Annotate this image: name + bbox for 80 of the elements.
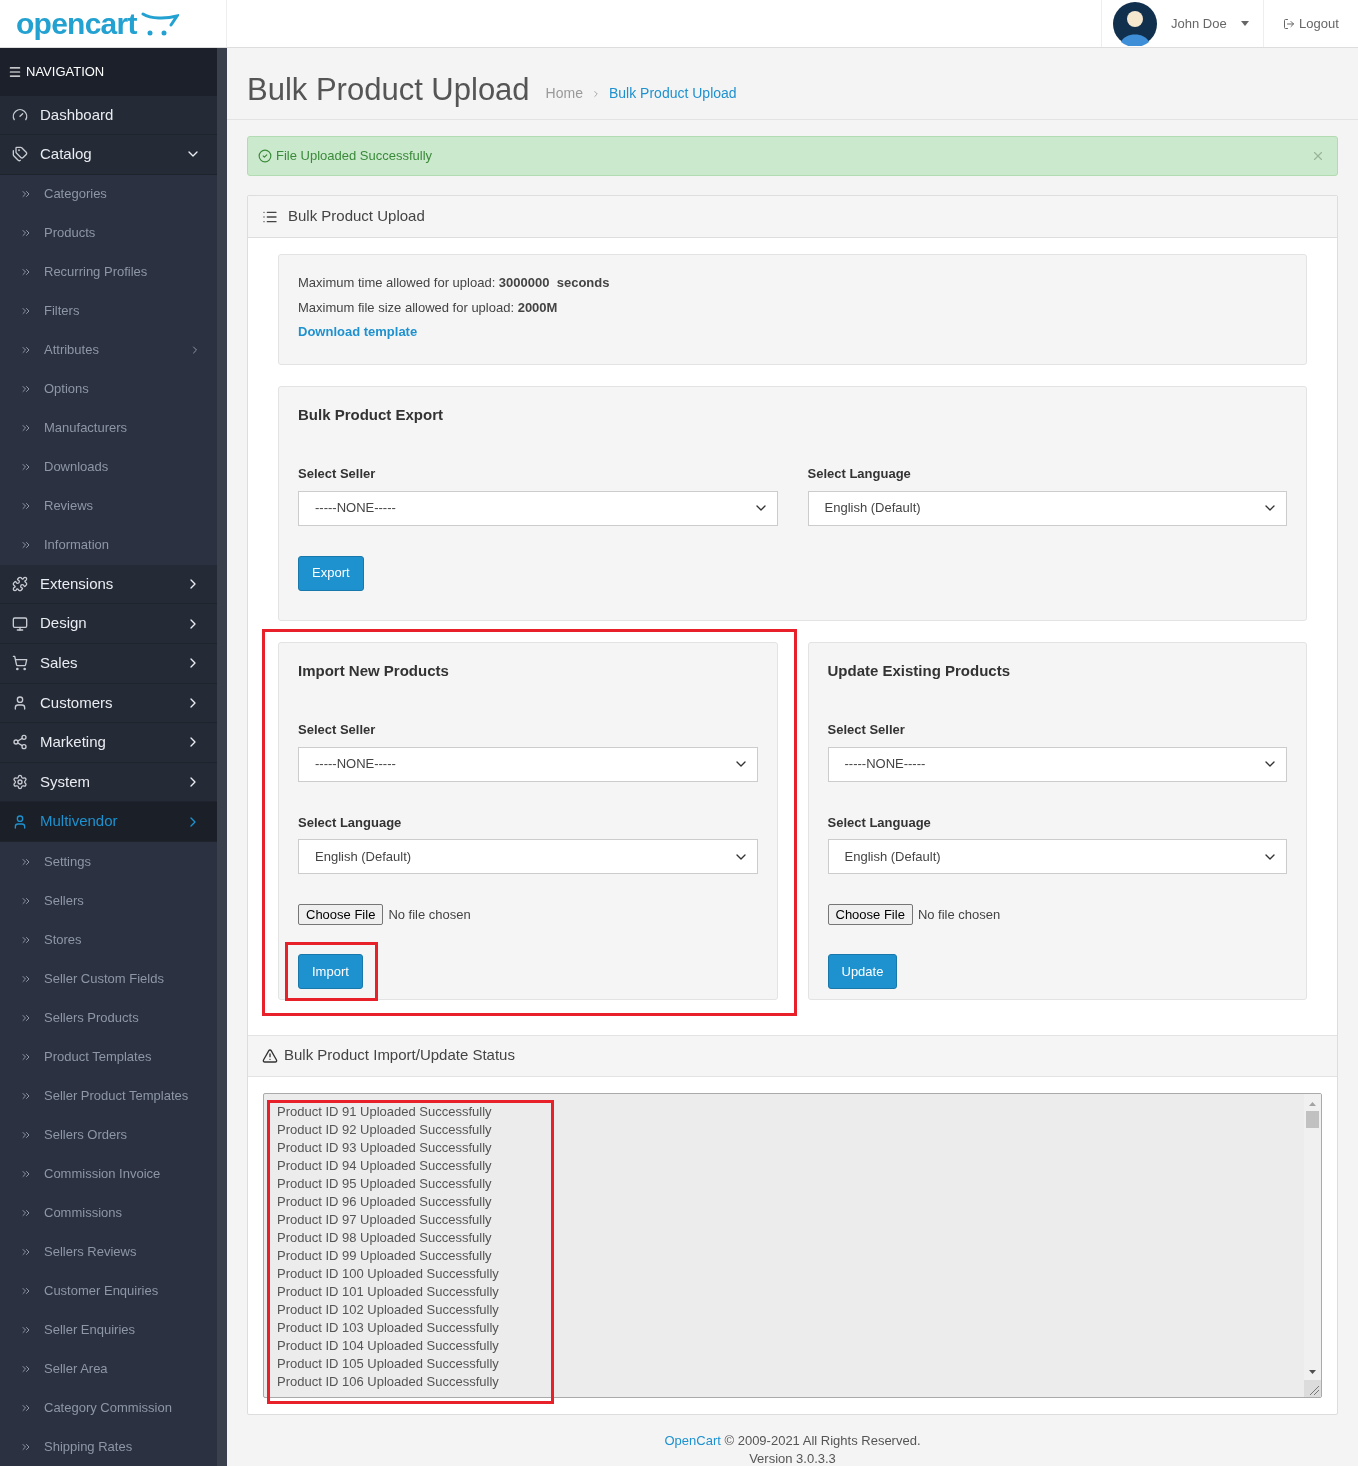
check-circle-icon	[258, 149, 272, 163]
status-line: Product ID 103 Uploaded Successfully	[277, 1318, 500, 1337]
status-line: Product ID 100 Uploaded Successfully	[277, 1264, 500, 1283]
status-line: Product ID 97 Uploaded Successfully	[277, 1210, 493, 1229]
nav-item[interactable]: System	[0, 762, 217, 803]
opencart-link[interactable]: OpenCart	[664, 1432, 721, 1448]
nav-item[interactable]: Design	[0, 604, 217, 644]
nav-item[interactable]: Marketing	[0, 723, 217, 763]
status-line: Product ID 104 Uploaded Successfully	[277, 1336, 500, 1355]
share-icon	[12, 734, 28, 751]
field-label: Select Language	[298, 813, 403, 832]
nav-item[interactable]: Dashboard	[0, 95, 217, 136]
status-textarea[interactable]	[263, 1092, 1322, 1398]
select-field[interactable]: English (Default)	[807, 490, 1287, 526]
nav-item[interactable]: Sales	[0, 643, 217, 684]
status-line: Product ID 94 Uploaded Successfully	[277, 1156, 493, 1175]
monitor-icon	[12, 615, 28, 632]
nav-item[interactable]: Multivendor	[0, 802, 217, 842]
user-menu[interactable]: John Doe	[1101, 0, 1263, 47]
status-line: Product ID 102 Uploaded Successfully	[277, 1300, 500, 1319]
choose-file-button[interactable]: Choose File	[298, 904, 384, 925]
download-template-link[interactable]: Download template	[298, 322, 418, 342]
field-label: Select Seller	[298, 465, 377, 483]
cart-swoosh-icon	[140, 10, 179, 37]
version-text: Version 3.0.3.3	[749, 1449, 836, 1466]
file-status: No file chosen	[917, 905, 1001, 924]
field-label: Select Language	[807, 465, 912, 483]
select-field[interactable]: English (Default)	[827, 839, 1287, 874]
gauge-icon	[12, 106, 28, 123]
select-field[interactable]: -----NONE-----	[298, 490, 778, 526]
status-line: Product ID 105 Uploaded Successfully	[277, 1354, 500, 1373]
info-text: Maximum file size allowed for upload: 2000M	[298, 298, 559, 317]
section-title: Bulk Product Export	[298, 404, 444, 425]
status-line: Product ID 101 Uploaded Successfully	[277, 1282, 500, 1301]
warning-icon	[262, 1047, 278, 1064]
action-button[interactable]: Update	[827, 954, 898, 989]
choose-file-button[interactable]: Choose File	[827, 904, 913, 925]
logo-text: opencart	[16, 8, 137, 39]
status-title: Bulk Product Import/Update Status	[284, 1045, 515, 1066]
navigation-heading: NAVIGATION	[0, 48, 217, 96]
user-icon	[12, 813, 28, 830]
field-label: Select Language	[827, 813, 932, 832]
field-label: Select Seller	[298, 721, 377, 739]
status-line: Product ID 92 Uploaded Successfully	[277, 1120, 493, 1139]
field-label: Select Seller	[827, 721, 906, 739]
logout-icon	[1283, 17, 1296, 30]
avatar-icon	[1113, 1, 1157, 46]
action-button[interactable]: Import	[298, 954, 363, 989]
settings-icon	[12, 774, 28, 791]
status-line: Product ID 96 Uploaded Successfully	[277, 1192, 493, 1211]
menu-icon	[8, 64, 22, 79]
puzzle-icon	[12, 576, 28, 593]
status-line: Product ID 91 Uploaded Successfully	[277, 1102, 493, 1121]
select-field[interactable]: English (Default)	[298, 839, 758, 874]
panel-title: Bulk Product Upload	[288, 206, 425, 227]
status-line: Product ID 106 Uploaded Successfully	[277, 1372, 500, 1391]
logout-link[interactable]: Logout	[1263, 0, 1358, 47]
select-field[interactable]: -----NONE-----	[298, 746, 758, 782]
copyright-text: OpenCart © 2009-2021 All Rights Reserved.	[664, 1431, 921, 1450]
breadcrumb-link[interactable]: Home	[545, 83, 583, 104]
info-text: Maximum time allowed for upload: 3000000 seconds	[298, 274, 611, 292]
section-title: Update Existing Products	[827, 660, 1012, 681]
cart-icon	[12, 655, 28, 672]
status-line: Product ID 99 Uploaded Successfully	[277, 1246, 493, 1265]
tag-icon	[12, 146, 28, 163]
alert-message: File Uploaded Successfully	[276, 147, 434, 166]
breadcrumb-link[interactable]: Bulk Product Upload	[608, 83, 737, 104]
page-title: Bulk Product Upload	[247, 74, 530, 105]
status-line: Product ID 93 Uploaded Successfully	[277, 1138, 493, 1157]
nav-item[interactable]: Customers	[0, 683, 217, 724]
file-status: No file chosen	[388, 905, 471, 924]
caret-down-icon	[1240, 21, 1249, 26]
action-button[interactable]: Export	[298, 555, 364, 591]
user-icon	[12, 694, 28, 711]
select-field[interactable]: -----NONE-----	[827, 746, 1287, 782]
section-title: Import New Products	[298, 660, 450, 681]
status-line: Product ID 98 Uploaded Successfully	[277, 1228, 493, 1247]
nav-item[interactable]: Catalog	[0, 135, 217, 175]
nav-item[interactable]: Extensions	[0, 564, 217, 605]
status-line: Product ID 95 Uploaded Successfully	[277, 1174, 493, 1193]
